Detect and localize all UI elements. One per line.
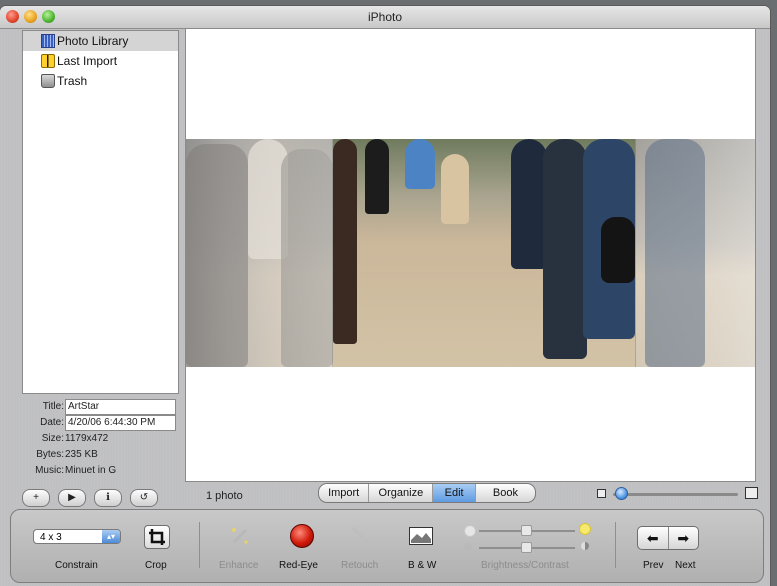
size-label: Size:	[41, 433, 64, 444]
source-item-label: Photo Library	[57, 34, 129, 48]
magic-wand-icon[interactable]	[228, 524, 252, 548]
source-list[interactable]: Photo Library Last Import Trash	[22, 30, 179, 394]
date-label: Date:	[40, 417, 64, 428]
constrain-value: 4 x 3	[40, 532, 62, 543]
constrain-label: Constrain	[55, 560, 98, 571]
brightness-knob[interactable]	[521, 525, 532, 536]
red-eye-icon[interactable]	[290, 524, 314, 548]
contrast-high-icon	[581, 542, 589, 550]
edited-photo[interactable]	[186, 139, 755, 367]
add-album-button[interactable]: +	[22, 489, 50, 507]
music-value: Minuet in G	[65, 465, 117, 476]
brightness-contrast-label: Brightness/Contrast	[481, 560, 569, 571]
prev-arrow-icon[interactable]: ⬅	[638, 527, 669, 549]
title-label: Title:	[42, 401, 64, 412]
source-item-label: Last Import	[57, 54, 118, 68]
zoom-slider[interactable]	[613, 493, 738, 496]
tab-organize[interactable]: Organize	[369, 484, 434, 502]
window-title: iPhoto	[367, 10, 403, 24]
source-item-trash[interactable]: Trash	[23, 71, 178, 91]
contrast-low-icon	[464, 543, 472, 551]
popup-arrows-icon: ▴▾	[102, 530, 120, 543]
photo-library-icon	[41, 34, 55, 48]
film-roll-icon	[41, 54, 55, 68]
retouch-label: Retouch	[341, 560, 379, 571]
source-item-last-import[interactable]: Last Import	[23, 51, 178, 71]
constrain-popup[interactable]: 4 x 3 ▴▾	[33, 529, 121, 544]
bytes-label: Bytes:	[36, 449, 64, 460]
prev-next-buttons: ⬅ ➡	[637, 526, 699, 550]
toolbar-divider	[199, 522, 200, 568]
rotate-button[interactable]: ↺	[130, 489, 158, 507]
title-field[interactable]: ArtStar	[65, 399, 176, 415]
size-value: 1179x472	[65, 433, 109, 444]
red-eye-label: Red-Eye	[279, 560, 318, 571]
bytes-value: 235 KB	[65, 449, 98, 460]
retouch-brush-icon[interactable]	[349, 524, 373, 548]
zoom-slider-knob[interactable]	[615, 487, 628, 500]
crop-button[interactable]	[144, 525, 170, 549]
source-item-photo-library[interactable]: Photo Library	[23, 31, 178, 51]
music-label: Music:	[35, 465, 64, 476]
tab-import[interactable]: Import	[319, 484, 370, 502]
tab-book[interactable]: Book	[476, 484, 535, 502]
iphoto-window: iPhoto Photo Library Last Import Trash T…	[0, 6, 770, 586]
info-button[interactable]: ℹ	[94, 489, 122, 507]
photo-info-pane: Title: ArtStar Date: 4/20/06 6:44:30 PM …	[0, 399, 180, 479]
zoom-out-icon	[597, 489, 606, 498]
source-item-label: Trash	[57, 74, 88, 88]
dog	[601, 217, 635, 283]
brightness-low-icon	[464, 525, 476, 537]
photo-count: 1 photo	[206, 490, 243, 502]
prev-label: Prev	[643, 560, 664, 571]
next-label: Next	[675, 560, 696, 571]
next-arrow-icon[interactable]: ➡	[669, 527, 699, 549]
black-white-icon[interactable]	[409, 527, 433, 545]
edit-toolbar: 4 x 3 ▴▾ Constrain Crop Enhance Red-Eye …	[10, 509, 764, 583]
tab-edit[interactable]: Edit	[433, 484, 476, 502]
contrast-knob[interactable]	[521, 542, 532, 553]
title-bar[interactable]: iPhoto	[0, 6, 770, 29]
toolbar-divider	[615, 522, 616, 568]
slideshow-play-button[interactable]: ▶	[58, 489, 86, 507]
crop-label: Crop	[145, 560, 167, 571]
photo-viewer[interactable]	[185, 28, 756, 482]
enhance-label: Enhance	[219, 560, 259, 571]
date-field[interactable]: 4/20/06 6:44:30 PM	[65, 415, 176, 431]
black-white-label: B & W	[408, 560, 437, 571]
zoom-in-icon	[745, 487, 758, 499]
trash-icon	[41, 74, 55, 88]
crop-icon	[149, 529, 165, 545]
brightness-high-icon	[579, 523, 591, 535]
mode-switcher: Import Organize Edit Book	[318, 483, 536, 503]
photo-focus-area	[333, 139, 635, 367]
